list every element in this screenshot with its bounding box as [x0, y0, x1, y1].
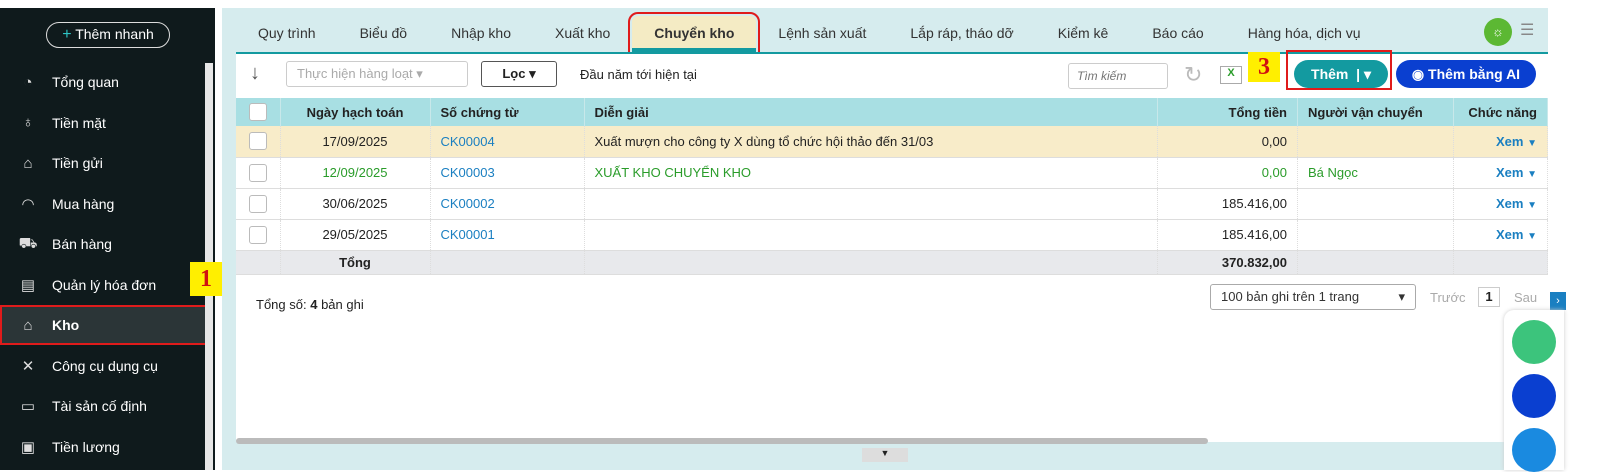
col-total[interactable]: Tổng tiền	[1157, 98, 1298, 126]
voucher-link[interactable]: CK00001	[441, 227, 495, 242]
chevron-down-icon[interactable]: ▼	[1527, 138, 1537, 149]
sidebar-item[interactable]: ⌂ Kho	[0, 305, 208, 345]
col-date[interactable]: Ngày hạch toán	[280, 98, 431, 126]
view-button[interactable]: Xem	[1496, 227, 1523, 242]
tab[interactable]: Quy trình	[236, 16, 338, 52]
tab[interactable]: Nhập kho	[429, 16, 533, 52]
tab[interactable]: Báo cáo	[1130, 16, 1225, 52]
table-row[interactable]: 12/09/2025 CK00003 XUẤT KHO CHUYỂN KHO 0…	[236, 157, 1548, 189]
money-bag-icon: ♁	[22, 114, 34, 131]
quick-add-button[interactable]: + Thêm nhanh	[46, 22, 170, 48]
sidebar-item[interactable]: ✕ Công cụ dụng cụ	[0, 346, 208, 386]
sidebar-item[interactable]: ▤ Quản lý hóa đơn	[0, 265, 208, 305]
total-row: Tổng 370.832,00	[236, 250, 1548, 275]
content-panel: ↓ Thực hiện hàng loạt ▾ Lọc ▾ Đầu năm tớ…	[236, 50, 1548, 444]
voucher-link[interactable]: CK00002	[441, 196, 495, 211]
sidebar-item[interactable]: ◔ Tổng quan	[0, 62, 208, 102]
search-input[interactable]	[1068, 63, 1168, 89]
add-ai-button[interactable]: ◉ Thêm bằng AI	[1396, 60, 1536, 88]
tab[interactable]: Kiểm kê	[1036, 16, 1131, 52]
lightbulb-icon[interactable]: ☼	[1484, 18, 1512, 46]
prev-button[interactable]: Trước	[1430, 290, 1466, 305]
next-button[interactable]: Sau	[1514, 290, 1537, 305]
bank-icon: ⌂	[23, 154, 33, 172]
collapse-toggle[interactable]: ▼	[862, 448, 908, 462]
sidebar-item[interactable]: ♁ Tiền mặt	[0, 103, 208, 143]
view-button[interactable]: Xem	[1496, 134, 1523, 149]
table-row[interactable]: 29/05/2025 CK00001 185.416,00 Xem ▼	[236, 219, 1548, 251]
page-size-select[interactable]: 100 bản ghi trên 1 trang ▾	[1210, 284, 1416, 310]
tab[interactable]: Xuất kho	[533, 16, 632, 52]
chevron-down-icon[interactable]: ▼	[1527, 169, 1537, 180]
table-row[interactable]: 17/09/2025 CK00004 Xuất mượn cho công ty…	[236, 126, 1548, 158]
sidebar: + Thêm nhanh ◔ Tổng quan ♁ Tiền mặt ⌂ Tiền gử…	[0, 8, 222, 470]
sort-arrow-icon[interactable]: ↓	[250, 62, 260, 85]
tab[interactable]: Biểu đồ	[338, 16, 429, 52]
excel-icon[interactable]: X	[1220, 66, 1242, 84]
tab[interactable]: Hàng hóa, dịch vụ	[1226, 16, 1383, 52]
quick-add-label: Thêm nhanh	[75, 26, 154, 42]
select-all-checkbox[interactable]	[248, 103, 267, 121]
pie-chart-icon: ◔	[23, 73, 33, 91]
view-button[interactable]: Xem	[1496, 196, 1523, 211]
row-checkbox[interactable]	[248, 194, 267, 213]
settings-icon[interactable]: ☰	[1520, 20, 1534, 40]
tab[interactable]: Lệnh sản xuất	[756, 16, 888, 52]
sidebar-item[interactable]: ⛟ Bán hàng	[0, 224, 208, 264]
chevron-down-icon[interactable]: ▼	[1527, 200, 1537, 211]
tab[interactable]: Chuyển kho	[628, 12, 761, 56]
sidebar-item[interactable]: ⌂ Tiền gửi	[0, 143, 208, 183]
filter-button[interactable]: Lọc ▾	[481, 61, 557, 87]
annotation-1: 1	[190, 262, 222, 296]
voucher-link[interactable]: CK00003	[441, 165, 495, 180]
floating-widgets	[1504, 310, 1564, 472]
add-button[interactable]: Thêm | ▾	[1294, 60, 1388, 88]
chat-icon[interactable]	[1512, 320, 1556, 364]
tab[interactable]: Lắp ráp, tháo dỡ	[888, 16, 1035, 52]
ai-assistant-icon[interactable]	[1512, 374, 1556, 418]
refresh-icon[interactable]: ↻	[1184, 62, 1202, 88]
chevron-down-icon[interactable]: ▼	[1527, 231, 1537, 242]
col-actions: Chức năng	[1453, 98, 1548, 126]
col-shipper[interactable]: Người vận chuyển	[1297, 98, 1454, 126]
asset-icon: ▭	[20, 398, 36, 415]
tools-icon: ✕	[21, 357, 35, 375]
main: Quy trình Biểu đồ Nhập kho Xuất kho Chuyển k…	[222, 8, 1548, 470]
table-row[interactable]: 30/06/2025 CK00002 185.416,00 Xem ▼	[236, 188, 1548, 220]
sidebar-item[interactable]: ◠ Mua hàng	[0, 184, 208, 224]
shopping-bag-icon: ◠	[21, 195, 35, 213]
cart-icon: ⛟	[18, 234, 38, 252]
salary-icon: ▣	[20, 438, 36, 456]
sidebar-item[interactable]: ▭ Tài sản cố định	[0, 386, 208, 426]
data-table: Ngày hạch toán Số chứng từ Diễn giải Tổn…	[236, 98, 1548, 275]
row-checkbox[interactable]	[248, 132, 267, 151]
col-description[interactable]: Diễn giải	[584, 98, 1158, 126]
expand-panel-button[interactable]: ›	[1550, 292, 1566, 310]
view-button[interactable]: Xem	[1496, 165, 1523, 180]
tab-bar: Quy trình Biểu đồ Nhập kho Xuất kho Chuyển k…	[236, 12, 1383, 56]
horizontal-scrollbar[interactable]	[236, 438, 1208, 444]
period-label: Đầu năm tới hiện tại	[580, 67, 697, 82]
row-checkbox[interactable]	[248, 225, 267, 244]
record-count: Tổng số: 4 bản ghi	[256, 297, 364, 312]
invoice-icon: ▤	[20, 276, 36, 294]
robot-icon: ◉	[1411, 66, 1425, 82]
page-number[interactable]: 1	[1478, 287, 1500, 307]
warehouse-icon: ⌂	[23, 316, 33, 334]
col-number[interactable]: Số chứng từ	[430, 98, 585, 126]
bulk-action-select[interactable]: Thực hiện hàng loạt ▾	[286, 61, 468, 87]
sidebar-item[interactable]: ▣ Tiền lương	[0, 427, 208, 467]
community-icon[interactable]	[1512, 428, 1556, 472]
annotation-3: 3	[1248, 52, 1280, 82]
voucher-link[interactable]: CK00004	[441, 134, 495, 149]
row-checkbox[interactable]	[248, 163, 267, 182]
